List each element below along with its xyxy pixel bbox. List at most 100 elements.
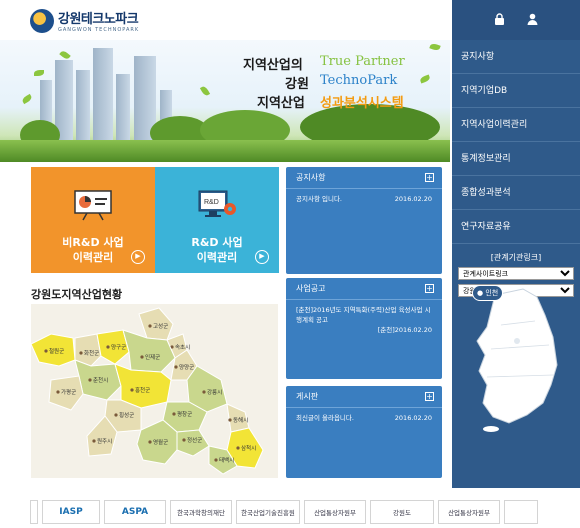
map-region-marker [214,458,218,462]
menu-notice[interactable]: 공지사항 [452,40,580,74]
map-region-marker [130,388,134,392]
map-region-marker [182,438,186,442]
biz-item-date: [춘천]2016.02.20 [377,326,432,334]
map-region-label[interactable]: 속초시 [175,343,190,351]
bulletin-board: 게시판 + 최신글이 올라옵니다. 2016.02.20 [286,386,442,478]
menu-project-history[interactable]: 지역사업이력관리 [452,108,580,142]
notice-board: 공지사항 + 공지사항 입니다. 2016.02.20 [286,167,442,274]
map-region-label[interactable]: 횡성군 [119,411,134,419]
globe-icon: ● [477,289,484,297]
bulletin-more-icon[interactable]: + [425,392,434,401]
footer-link-gangwon[interactable]: 강원도 [370,500,434,524]
korea-mini-map[interactable] [465,285,567,435]
footer-scroll-left[interactable] [30,500,38,524]
map-region-label[interactable]: 영월군 [153,438,168,446]
biz-more-icon[interactable]: + [425,284,434,293]
map-region-label[interactable]: 원주시 [97,437,112,445]
map-region-label[interactable]: 양구군 [111,343,126,351]
menu-research-share[interactable]: 연구자료공유 [452,210,580,244]
right-sidebar: 공지사항 지역기업DB 지역사업이력관리 통계정보관리 종합성과분석 연구자료공… [452,0,580,488]
tile-nonrd-line2: 이력관리 [72,251,114,264]
map-region-label[interactable]: 홍천군 [135,386,150,394]
play-icon[interactable]: ▶ [131,250,145,264]
hero-line1-en: True Partner [320,54,405,69]
map-region-marker [79,351,83,355]
map-region-label[interactable]: 정선군 [187,436,202,444]
tile-nonrd-history[interactable]: 비R&D 사업이력관리 ▶ [31,167,155,273]
map-region-marker [106,345,110,349]
map-region-marker [148,324,152,328]
incheon-badge[interactable]: ● 인천 [472,285,504,301]
map-region-marker [140,355,144,359]
map-region-label[interactable]: 양양군 [179,363,194,371]
map-region-label[interactable]: 춘천시 [93,376,108,384]
related-site-select[interactable]: 관계사이트링크 [458,267,574,280]
menu-performance[interactable]: 종합성과분석 [452,176,580,210]
related-links-title: [관계기관링크] [490,253,542,262]
footer-link-kofac[interactable]: 한국과학창의재단 [170,500,232,524]
tile-rd-line2: 이력관리 [196,251,238,264]
monitor-gear-icon: R&D [198,190,236,217]
map-region-label[interactable]: 평창군 [177,410,192,418]
notice-item-date: 2016.02.20 [394,195,432,203]
map-region-marker [172,412,176,416]
presentation-board-icon [74,190,112,221]
bulletin-item-date: 2016.02.20 [394,414,432,422]
map-region-marker [148,440,152,444]
bulletin-board-title: 게시판 [296,392,319,401]
hero-line3-accent: 성과분석시스템 [320,96,404,111]
logo-text: 강원테크노파크 [58,12,139,27]
business-announcement-board: 사업공고 + [춘천]2016년도 지역특화(주력)산업 육성사업 시행계획 공고… [286,278,442,379]
map-region-label[interactable]: 화천군 [84,349,99,357]
hero-line2: 강원 [285,77,309,92]
bulletin-item-text: 최신글이 올라옵니다. [296,414,354,422]
map-region-marker [114,413,118,417]
map-region-marker [228,418,232,422]
map-region-label[interactable]: 인제군 [145,353,160,361]
map-region-label[interactable]: 고성군 [153,322,168,330]
list-item[interactable]: 공지사항 입니다. 2016.02.20 [286,189,442,204]
lock-icon[interactable] [494,12,505,28]
map-region-label[interactable]: 삼척시 [241,444,256,452]
map-region-marker [56,390,60,394]
map-region-marker [174,365,178,369]
map-region-marker [88,378,92,382]
list-item[interactable]: 최신글이 올라옵니다. 2016.02.20 [286,408,442,423]
tile-nonrd-line1: 비R&D 사업 [62,236,124,249]
notice-item-text: 공지사항 입니다. [296,195,342,203]
tile-rd-line1: R&D 사업 [191,236,243,249]
map-region-marker [236,446,240,450]
play-icon[interactable]: ▶ [255,250,269,264]
map-region-label[interactable]: 철원군 [49,347,64,355]
map-region-label[interactable]: 강릉시 [207,389,222,396]
map-region-label[interactable]: 가평군 [61,388,76,396]
footer-link-aspa[interactable]: ASPA [104,500,166,524]
footer-link-banners: IASP ASPA 한국과학창의재단 한국산업기술진흥원 산업통상자원부 강원도… [30,500,580,526]
menu-company-db[interactable]: 지역기업DB [452,74,580,108]
hero-line1: 지역산업의 [243,58,303,73]
footer-link-more[interactable] [504,500,538,524]
incheon-label: 인천 [485,289,499,297]
notice-board-title: 공지사항 [296,173,326,182]
hero-line2-en: TechnoPark [320,73,398,88]
map-region-label[interactable]: 동해시 [233,416,248,424]
footer-link-kiat[interactable]: 한국산업기술진흥원 [236,500,300,524]
tile-rd-history[interactable]: R&D R&D 사업이력관리 ▶ [155,167,279,273]
user-icon[interactable] [527,13,538,28]
utility-bar [452,0,580,40]
site-logo[interactable]: 강원테크노파크 GANGWON TECHNOPARK [30,8,139,33]
logo-mark-icon [30,8,54,33]
hero-line3: 지역산업 [257,96,305,111]
notice-more-icon[interactable]: + [425,173,434,182]
footer-link-motie[interactable]: 산업통상자원부 [304,500,366,524]
map-region-label[interactable]: 태백시 [219,456,234,464]
logo-subtext: GANGWON TECHNOPARK [58,27,140,33]
svg-text:R&D: R&D [204,199,219,206]
section-title-regional-industry: 강원도지역산업현황 [31,288,123,301]
footer-link-iasp[interactable]: IASP [42,500,100,524]
biz-item-text: [춘천]2016년도 지역특화(주력)산업 육성사업 시행계획 공고 [296,306,431,324]
map-region-marker [202,390,206,394]
menu-statistics[interactable]: 통계정보관리 [452,142,580,176]
footer-link-motie-2[interactable]: 산업통상자원부 [438,500,500,524]
list-item[interactable]: [춘천]2016년도 지역특화(주력)산업 육성사업 시행계획 공고 [춘천]2… [286,300,442,335]
